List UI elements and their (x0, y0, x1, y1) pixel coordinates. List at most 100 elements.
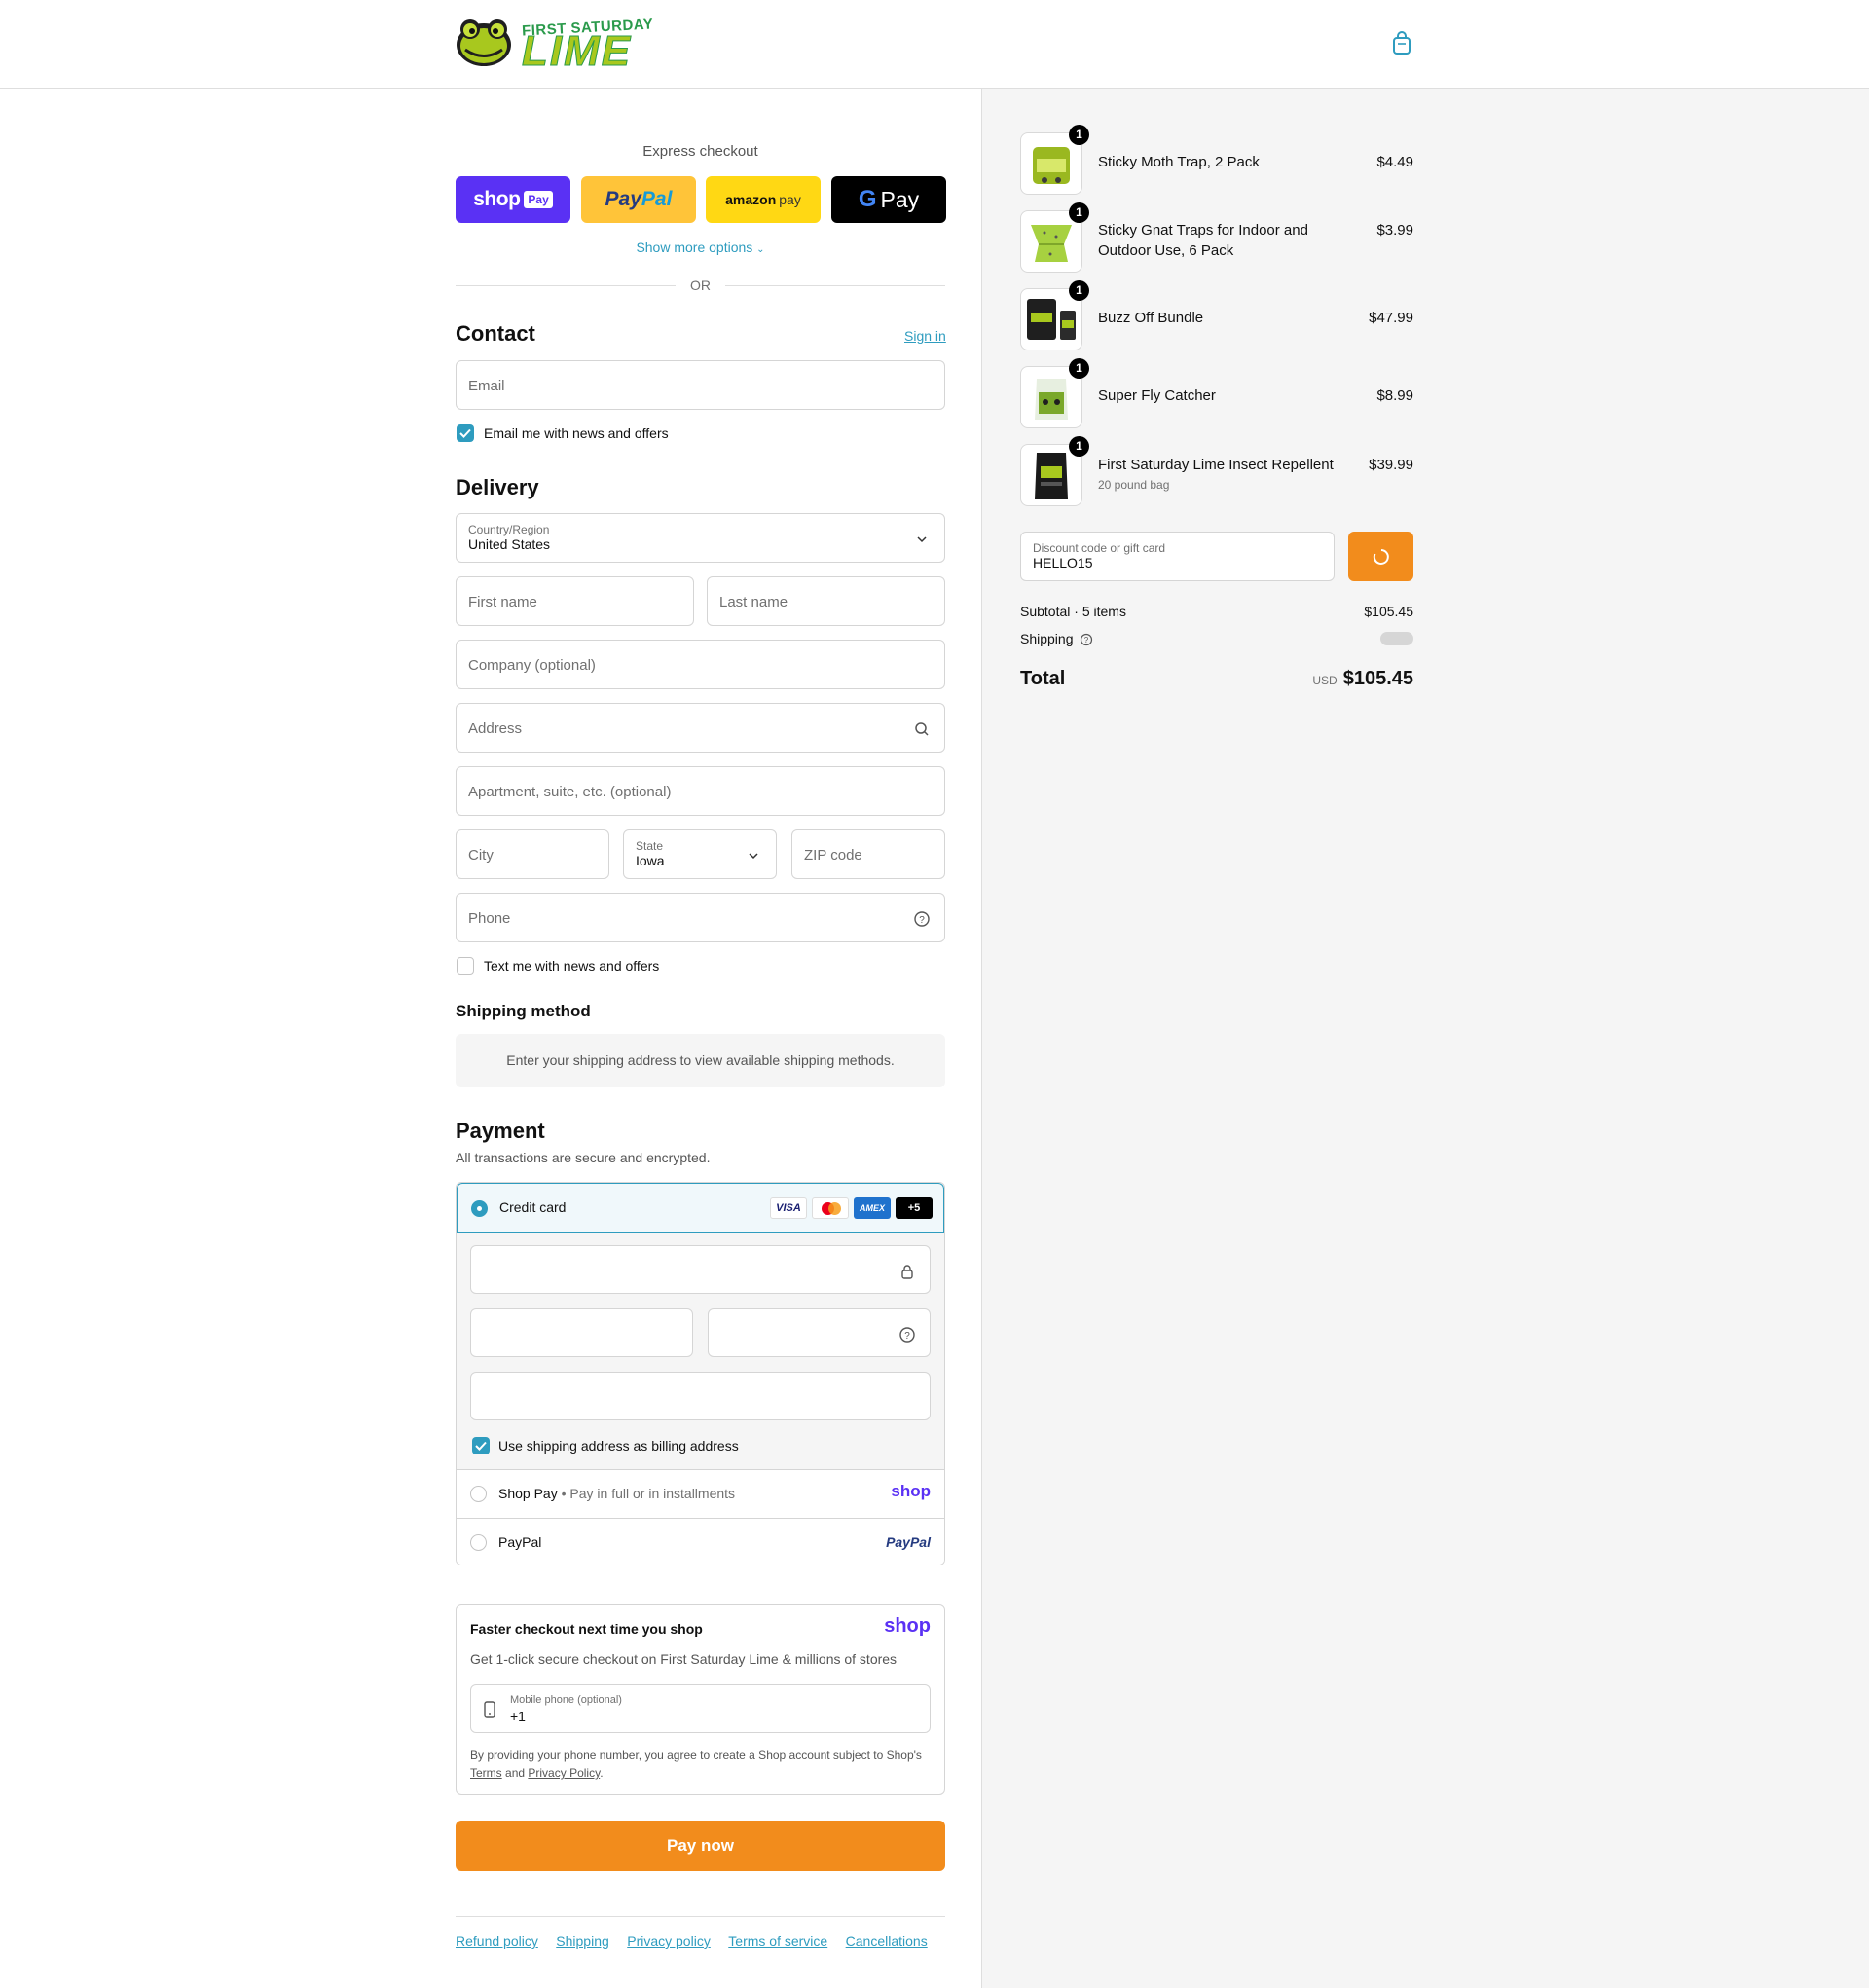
zip-field[interactable]: ZIP code (791, 829, 945, 879)
footer-link-terms[interactable]: Terms of service (728, 1933, 827, 1949)
mobile-phone-label: Mobile phone (optional) (510, 1694, 622, 1706)
quantity-badge: 1 (1069, 280, 1089, 301)
first-name-field[interactable]: First name (456, 576, 694, 626)
paypal-option[interactable]: PayPal PayPal (457, 1518, 944, 1565)
shop-pay-tag: Pay (524, 191, 553, 208)
legal-text: By providing your phone number, you agre… (470, 1749, 922, 1762)
shop-pay-radio[interactable] (470, 1486, 487, 1502)
footer-link-cancellations[interactable]: Cancellations (846, 1933, 928, 1949)
help-circle-icon[interactable]: ? (898, 1326, 916, 1344)
company-field[interactable]: Company (optional) (456, 640, 945, 689)
payment-methods: Credit card VISA AMEX +5 ? Use shipping … (456, 1182, 945, 1565)
footer-link-shipping[interactable]: Shipping (556, 1933, 609, 1949)
express-checkout-title: Express checkout (642, 143, 758, 160)
legal-and: and (505, 1766, 526, 1780)
city-field[interactable]: City (456, 829, 609, 879)
mobile-phone-value: +1 (510, 1709, 526, 1724)
card-expiry-field[interactable] (470, 1308, 693, 1357)
shop-pay-label: Shop Pay (498, 1486, 558, 1501)
shop-pay-option[interactable]: Shop Pay • Pay in full or in installment… (457, 1469, 944, 1518)
shop-pay-sublabel: Pay in full or in installments (569, 1486, 736, 1501)
card-cvv-field[interactable]: ? (708, 1308, 931, 1357)
footer-divider (456, 1916, 945, 1917)
sign-in-link[interactable]: Sign in (904, 328, 946, 344)
address-field[interactable]: Address (456, 703, 945, 753)
paypal-express-button[interactable]: Pay Pal (581, 176, 696, 223)
item-variant: 20 pound bag (1098, 478, 1170, 492)
shop-pay-word: shop (473, 188, 521, 210)
state-value: Iowa (636, 853, 665, 868)
credit-card-radio[interactable] (471, 1200, 488, 1217)
item-price: $3.99 (1376, 222, 1413, 239)
logo-main-text: LIME (521, 27, 633, 76)
amazon-pay-express-button[interactable]: amazon pay (706, 176, 821, 223)
credit-card-option[interactable]: Credit card VISA AMEX +5 (457, 1183, 944, 1233)
shop-logo: shop (891, 1482, 931, 1500)
show-more-options-link[interactable]: Show more options ⌄ (456, 239, 945, 255)
text-news-checkbox[interactable] (457, 957, 474, 975)
contact-heading: Contact (456, 321, 535, 346)
help-circle-icon[interactable]: ? (1080, 633, 1093, 646)
terms-link[interactable]: Terms (470, 1766, 502, 1780)
paypal-radio[interactable] (470, 1534, 487, 1551)
payment-subtitle: All transactions are secure and encrypte… (456, 1150, 711, 1165)
cart-button[interactable] (1388, 29, 1415, 58)
discount-label: Discount code or gift card (1033, 541, 1166, 555)
shopping-bag-icon (1393, 31, 1411, 55)
item-price: $39.99 (1369, 457, 1413, 473)
shop-promo-subtitle: Get 1-click secure checkout on First Sat… (470, 1651, 898, 1667)
card-number-field[interactable] (470, 1245, 931, 1294)
apartment-placeholder: Apartment, suite, etc. (optional) (468, 784, 672, 800)
pay-now-button[interactable]: Pay now (456, 1821, 945, 1871)
svg-text:?: ? (904, 1331, 910, 1342)
credit-card-label: Credit card (499, 1199, 567, 1215)
mobile-phone-field[interactable]: Mobile phone (optional) +1 (470, 1684, 931, 1733)
text-news-label: Text me with news and offers (484, 958, 660, 974)
chevron-down-icon (917, 536, 927, 543)
apply-discount-button[interactable] (1348, 532, 1413, 581)
paypal-label: PayPal (498, 1534, 542, 1550)
header: FIRST SATURDAY LIME (0, 0, 1869, 89)
item-name: First Saturday Lime Insect Repellent (1098, 457, 1334, 473)
email-field[interactable]: Email (456, 360, 945, 410)
visa-icon: VISA (770, 1197, 807, 1219)
store-logo[interactable]: FIRST SATURDAY LIME (456, 14, 654, 76)
item-name: Super Fly Catcher (1098, 387, 1216, 404)
total-amount: USD $105.45 (1312, 668, 1413, 690)
last-name-field[interactable]: Last name (707, 576, 945, 626)
amazon-word: amazon (725, 192, 777, 207)
search-icon (915, 722, 929, 736)
phone-field[interactable]: Phone ? (456, 893, 945, 942)
shop-promo-legal: By providing your phone number, you agre… (470, 1747, 933, 1782)
svg-text:?: ? (1084, 636, 1089, 644)
billing-address-checkbox[interactable] (472, 1437, 490, 1454)
quantity-badge: 1 (1069, 358, 1089, 379)
subtotal-value: $105.45 (1364, 604, 1413, 619)
legal-period: . (600, 1766, 604, 1780)
total-value: $105.45 (1342, 668, 1413, 689)
email-placeholder: Email (468, 378, 505, 394)
google-pay-express-button[interactable]: G Pay (831, 176, 946, 223)
billing-address-label: Use shipping address as billing address (498, 1438, 739, 1454)
email-news-checkbox[interactable] (457, 424, 474, 442)
more-cards-badge: +5 (896, 1197, 933, 1219)
zip-placeholder: ZIP code (804, 847, 862, 864)
footer-link-refund[interactable]: Refund policy (456, 1933, 538, 1949)
country-select[interactable]: Country/Region United States (456, 513, 945, 563)
shop-pay-express-button[interactable]: shop Pay (456, 176, 570, 223)
item-name: Sticky Gnat Traps for Indoor and Outdoor… (1098, 222, 1308, 259)
discount-code-field[interactable]: Discount code or gift card HELLO15 (1020, 532, 1335, 581)
svg-text:?: ? (919, 915, 925, 926)
name-on-card-field[interactable] (470, 1372, 931, 1420)
item-name-wrap: First Saturday Lime Insect Repellent 20 … (1098, 455, 1351, 496)
footer-link-privacy[interactable]: Privacy policy (627, 1933, 711, 1949)
privacy-link[interactable]: Privacy Policy (528, 1766, 600, 1780)
product-thumbnail: 1 (1020, 280, 1089, 350)
apartment-field[interactable]: Apartment, suite, etc. (optional) (456, 766, 945, 816)
state-select[interactable]: State Iowa (623, 829, 777, 879)
checkmark-icon (459, 428, 471, 438)
item-price: $8.99 (1376, 387, 1413, 404)
quantity-badge: 1 (1069, 202, 1089, 223)
quantity-badge: 1 (1069, 125, 1089, 145)
help-circle-icon[interactable]: ? (913, 910, 931, 928)
